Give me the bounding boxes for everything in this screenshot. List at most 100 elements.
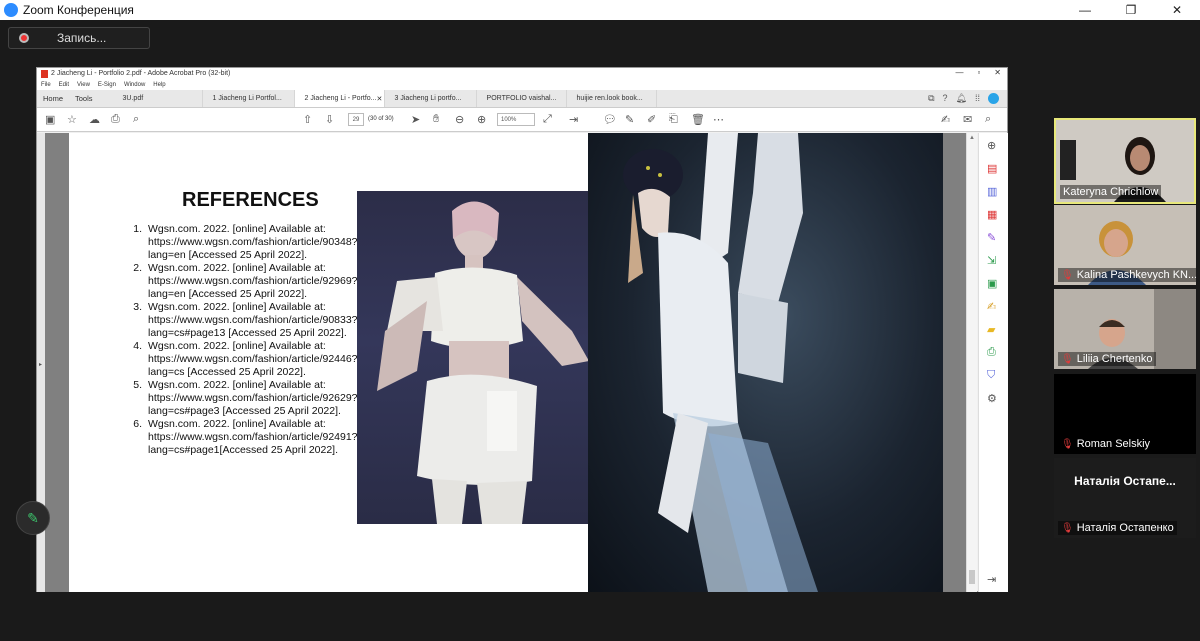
scroll-thumb[interactable] [969,570,975,584]
participant-tile[interactable]: 🎙︎ Roman Selskiy [1054,374,1196,454]
upload-icon[interactable]: ☁ [89,113,100,126]
print-icon[interactable]: ⎙ [111,113,120,126]
share-screen-icon[interactable]: ⧉ [928,93,934,104]
comment-icon[interactable]: 💬︎ [603,113,617,126]
fill-sign-icon[interactable]: ✍︎ [987,300,996,313]
doc-tab[interactable]: PORTFOLIO vaishal... [477,90,567,107]
minimize-button[interactable]: — [1062,0,1108,20]
restore-button[interactable]: ❐ [1108,0,1154,20]
next-page-icon[interactable]: ⇩ [325,113,334,126]
create-pdf-icon[interactable]: ▤ [987,162,997,175]
acrobat-tabbar: Home Tools 3U.pdf 1 Jiacheng Li Portfol.… [37,90,1007,108]
pencil-icon: ✎ [27,509,39,526]
edit-pdf-icon[interactable]: ✎ [987,231,996,244]
menu-file[interactable]: File [41,82,51,88]
acrobat-minimize-icon[interactable]: — [955,68,963,77]
menu-help[interactable]: Help [153,82,165,88]
combine-files-icon[interactable]: ▥ [987,185,997,198]
find-icon[interactable]: ⌕ [985,113,991,126]
vertical-scrollbar[interactable]: ▲ [966,133,977,592]
participant-tile[interactable]: Наталія Остапе... 🎙︎ Наталія Остапенко [1054,458,1196,538]
document-view[interactable]: ▸ REFERENCES 1. Wgsn.com. 2022. [online] … [37,133,967,592]
organize-pages-icon[interactable]: ▦ [987,208,997,221]
pdf-icon [41,69,48,78]
participant-name-text: Roman Selskiy [1076,438,1151,450]
scroll-up-icon[interactable]: ▲ [969,135,975,141]
participant-tile[interactable]: 🎙︎ Liliia Chertenko [1054,289,1196,369]
zoom-titlebar: Zoom Конференция — ❐ ✕ [0,0,1200,20]
acrobat-restore-icon[interactable]: ▫ [977,68,980,77]
scroll-mode-icon[interactable]: ⇥ [569,113,578,126]
participant-name-text: Kateryna Chrichlow [1063,186,1159,198]
model-photo-illustration [623,133,818,592]
doc-tab-active[interactable]: 2 Jiacheng Li - Portfo... ✕ [294,90,385,107]
ref-number: 3. [133,301,142,313]
zoom-out-icon[interactable]: ⊖ [455,113,464,126]
bell-icon[interactable]: 🔔︎ [956,93,967,104]
tab-tools[interactable]: Tools [69,90,99,107]
participant-name: Kateryna Chrichlow [1060,185,1162,199]
help-icon[interactable]: ? [943,93,948,104]
pdf-page-left: REFERENCES 1. Wgsn.com. 2022. [online] Av… [69,133,602,592]
participant-name-text: Kalina Pashkevych KN... [1076,269,1196,281]
recording-label: Запись... [57,31,107,45]
ref-number: 5. [133,379,142,391]
star-icon[interactable]: ☆ [67,113,77,126]
menu-window[interactable]: Window [124,82,145,88]
zoom-level-select[interactable]: 100% [497,113,535,126]
acrobat-titlebar: 2 Jiacheng Li - Portfolio 2.pdf - Adobe … [37,68,1007,79]
hand-tool-icon[interactable]: ✋︎ [433,113,439,126]
search-icon[interactable]: ⌕ [133,113,139,126]
doc-tab[interactable]: 3U.pdf [113,90,203,107]
tab-home[interactable]: Home [37,90,69,107]
list-item: 5. Wgsn.com. 2022. [online] Available at:… [130,379,360,418]
delete-icon[interactable]: 🗑︎ [691,113,705,126]
participant-name: 🎙︎ Kalina Pashkevych KN... [1058,268,1196,282]
mic-muted-icon: 🎙︎ [1061,353,1074,365]
zoom-in-icon[interactable]: ⊕ [477,113,486,126]
ref-text: Wgsn.com. 2022. [online] Available at: h… [148,301,358,339]
protect-icon[interactable]: ⛉ [987,369,995,382]
collapse-panel-icon[interactable]: ⇥ [987,573,996,586]
account-avatar[interactable] [988,93,999,104]
zoom-tool-icon[interactable]: ⊕ [987,139,996,152]
export-pdf-icon[interactable]: ⇲ [987,254,996,267]
doc-tab[interactable]: huijie ren.look book... [567,90,657,107]
email-icon[interactable]: ✉ [963,113,972,126]
close-button[interactable]: ✕ [1154,0,1200,20]
page-number-input[interactable]: 29 [348,113,364,126]
acrobat-close-icon[interactable]: ✕ [994,68,1001,77]
comment-panel-icon[interactable]: ▰ [987,323,995,336]
sign-icon[interactable]: ✍︎ [941,113,950,126]
menu-esign[interactable]: E-Sign [98,82,116,88]
tab-close-icon[interactable]: ✕ [377,95,383,103]
recording-button[interactable]: Запись... [8,27,150,49]
save-icon[interactable]: ▣ [45,113,55,126]
grid-icon[interactable]: ⁞⁞ [975,93,980,104]
ref-number: 4. [133,340,142,352]
mic-muted-icon: 🎙︎ [1061,269,1074,281]
participant-tile-active[interactable]: Kateryna Chrichlow [1054,118,1196,204]
menu-view[interactable]: View [77,82,90,88]
more-icon[interactable]: ⋯ [713,113,724,126]
zoom-logo-icon [4,3,18,17]
list-item: 2. Wgsn.com. 2022. [online] Available at:… [130,262,360,301]
stamp-icon[interactable]: ⎗ [669,113,678,126]
print-production-icon[interactable]: ⎙ [987,346,996,359]
ref-number: 6. [133,418,142,430]
participant-tile[interactable]: 🎙︎ Kalina Pashkevych KN... [1054,205,1196,285]
highlight-icon[interactable]: ✎ [625,113,634,126]
annotate-pencil-button[interactable]: ✎ [16,501,50,535]
doc-tab[interactable]: 3 Jiacheng Li portfo... [385,90,477,107]
scan-icon[interactable]: ▣ [987,277,997,290]
draw-icon[interactable]: ✐ [647,113,656,126]
prev-page-icon[interactable]: ⇧ [303,113,312,126]
select-tool-icon[interactable]: ➤ [411,113,420,126]
more-tools-icon[interactable]: ⚙ [987,392,997,405]
page-fit-icon[interactable]: ⤢ [543,113,552,126]
ref-text: Wgsn.com. 2022. [online] Available at: h… [148,418,358,456]
page-count: (30 of 30) [368,116,394,122]
participant-name-text: Наталія Остапенко [1076,522,1174,534]
doc-tab[interactable]: 1 Jiacheng Li Portfol... [203,90,295,107]
menu-edit[interactable]: Edit [59,82,69,88]
